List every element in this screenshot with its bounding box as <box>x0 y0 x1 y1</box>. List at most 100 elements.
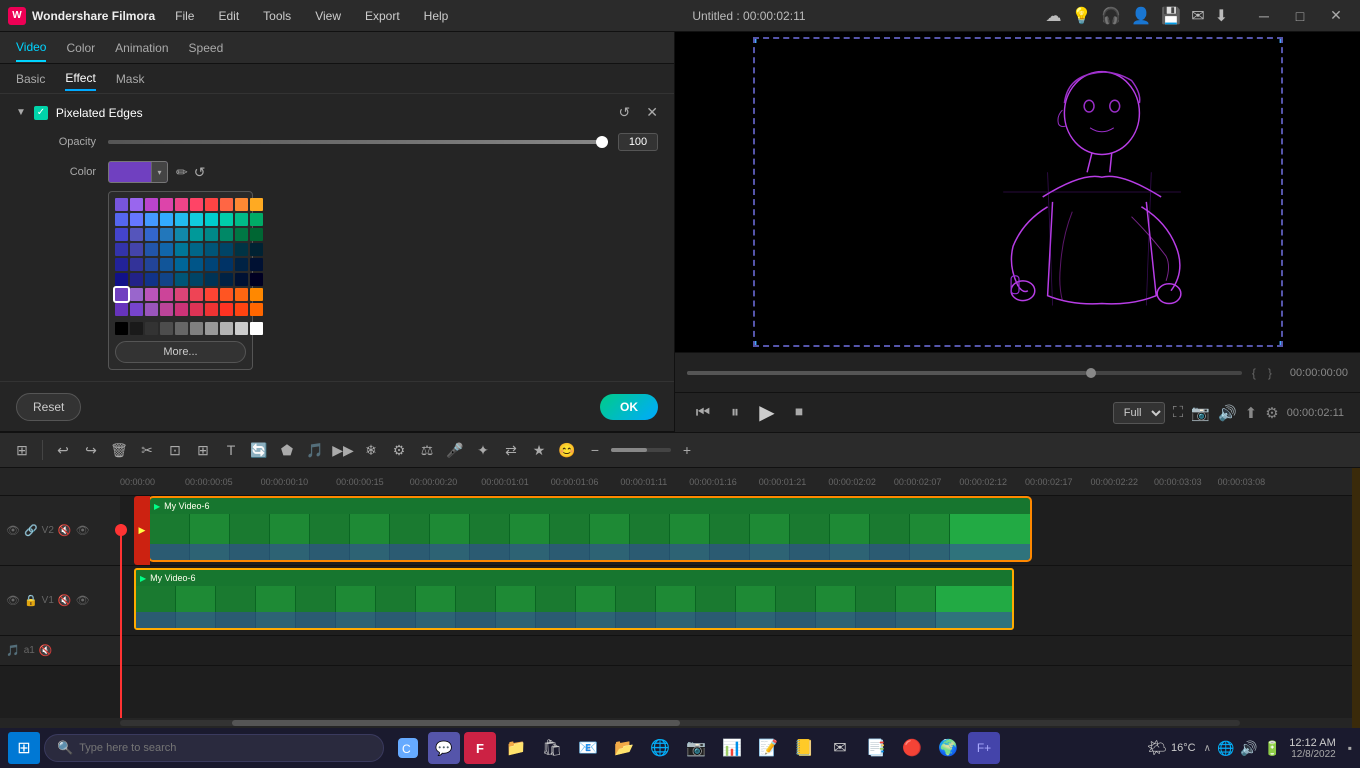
palette-cell-71[interactable] <box>130 303 143 316</box>
screenshot-icon[interactable]: 📷 <box>1191 404 1210 422</box>
palette-cell-27[interactable] <box>220 228 233 241</box>
taskbar-app-word[interactable]: 📝 <box>752 732 784 764</box>
track-v1-mute-icon[interactable]: 🔇 <box>58 594 72 607</box>
palette-cell-33[interactable] <box>160 243 173 256</box>
toolbar-effect-icon[interactable]: ★ <box>527 438 551 462</box>
audio-mute-icon[interactable]: 🔇 <box>39 644 53 657</box>
close-button[interactable]: ✕ <box>1320 6 1352 26</box>
palette-cell-37[interactable] <box>220 243 233 256</box>
palette-cell-64[interactable] <box>175 288 188 301</box>
palette-cell-55[interactable] <box>190 273 203 286</box>
palette-cell-56[interactable] <box>205 273 218 286</box>
bracket-left[interactable]: { <box>1252 366 1256 380</box>
track-v1-lock-icon[interactable]: 🔒 <box>24 594 38 607</box>
palette-cell-18[interactable] <box>235 213 248 226</box>
timeline-right-edge-handle[interactable] <box>1352 468 1360 728</box>
export-frame-icon[interactable]: ⬆ <box>1245 404 1258 422</box>
gray-cell-6[interactable] <box>205 322 218 335</box>
scroll-thumb[interactable] <box>232 720 680 726</box>
taskbar-app-chat[interactable]: 💬 <box>428 732 460 764</box>
audio-track-icon[interactable]: 🎵 <box>6 644 20 657</box>
palette-cell-0[interactable] <box>115 198 128 211</box>
color-swatch-button[interactable]: ▾ <box>108 161 168 183</box>
tray-network-icon[interactable]: 🌐 <box>1217 740 1234 757</box>
audio-content[interactable] <box>120 636 1360 665</box>
tab-speed[interactable]: Speed <box>189 35 224 61</box>
track-v1-content[interactable]: ▶ My Video-6 <box>120 566 1360 635</box>
palette-cell-76[interactable] <box>205 303 218 316</box>
palette-cell-52[interactable] <box>145 273 158 286</box>
taskbar-app-filmora[interactable]: F <box>464 732 496 764</box>
tray-chevron[interactable]: ∧ <box>1204 743 1211 754</box>
gray-cell-8[interactable] <box>235 322 248 335</box>
palette-cell-30[interactable] <box>115 243 128 256</box>
palette-cell-60[interactable] <box>115 288 128 301</box>
toolbar-color-icon[interactable]: ⬟ <box>275 438 299 462</box>
opacity-value[interactable]: 100 <box>618 133 658 151</box>
gray-cell-5[interactable] <box>190 322 203 335</box>
clip-v1[interactable]: ▶ My Video-6 <box>134 568 1014 630</box>
preview-progress[interactable] <box>687 371 1242 375</box>
palette-cell-11[interactable] <box>130 213 143 226</box>
track-v2-mute-icon[interactable]: 🔇 <box>58 524 72 537</box>
palette-cell-79[interactable] <box>250 303 263 316</box>
palette-cell-28[interactable] <box>235 228 248 241</box>
taskbar-app-store[interactable]: 🛍 <box>536 732 568 764</box>
palette-cell-17[interactable] <box>220 213 233 226</box>
palette-cell-51[interactable] <box>130 273 143 286</box>
taskbar-app-opera[interactable]: 🔴 <box>896 732 928 764</box>
toolbar-speed-icon[interactable]: ▶▶ <box>331 438 355 462</box>
toolbar-rotate-icon[interactable]: 🔄 <box>247 438 271 462</box>
palette-cell-61[interactable] <box>130 288 143 301</box>
palette-cell-16[interactable] <box>205 213 218 226</box>
palette-cell-12[interactable] <box>145 213 158 226</box>
taskbar-app-onenote[interactable]: 📒 <box>788 732 820 764</box>
gray-cell-0[interactable] <box>115 322 128 335</box>
palette-cell-44[interactable] <box>175 258 188 271</box>
palette-cell-67[interactable] <box>220 288 233 301</box>
palette-cell-3[interactable] <box>160 198 173 211</box>
palette-cell-34[interactable] <box>175 243 188 256</box>
collapse-arrow[interactable]: ▼ <box>16 107 26 118</box>
effect-reset-icon[interactable]: ↺ <box>619 104 631 121</box>
menu-edit[interactable]: Edit <box>214 5 243 27</box>
palette-cell-66[interactable] <box>205 288 218 301</box>
palette-cell-8[interactable] <box>235 198 248 211</box>
show-desktop-button[interactable]: ▪ <box>1348 741 1352 755</box>
fullscreen-icon[interactable]: ⛶ <box>1173 404 1184 421</box>
taskbar-app-extra[interactable]: F+ <box>968 732 1000 764</box>
step-back-button[interactable]: ⏮ <box>691 401 715 425</box>
toolbar-freeze-icon[interactable]: ❄ <box>359 438 383 462</box>
track-v2-lock-icon[interactable]: 🔗 <box>24 524 38 537</box>
taskbar-app-explorer[interactable]: 📂 <box>608 732 640 764</box>
tab-video[interactable]: Video <box>16 34 46 62</box>
volume-slider[interactable] <box>611 448 671 452</box>
minimize-button[interactable]: ─ <box>1248 6 1280 26</box>
palette-cell-19[interactable] <box>250 213 263 226</box>
palette-cell-14[interactable] <box>175 213 188 226</box>
subtab-mask[interactable]: Mask <box>116 68 145 90</box>
settings-icon[interactable]: ⚙ <box>1265 404 1278 422</box>
tab-animation[interactable]: Animation <box>115 35 168 61</box>
palette-cell-25[interactable] <box>190 228 203 241</box>
stop-button[interactable]: ⏹ <box>787 401 811 425</box>
menu-export[interactable]: Export <box>361 5 404 27</box>
palette-cell-13[interactable] <box>160 213 173 226</box>
palette-cell-42[interactable] <box>145 258 158 271</box>
palette-cell-54[interactable] <box>175 273 188 286</box>
taskbar-app-mail[interactable]: 📧 <box>572 732 604 764</box>
gray-cell-4[interactable] <box>175 322 188 335</box>
palette-cell-5[interactable] <box>190 198 203 211</box>
palette-cell-72[interactable] <box>145 303 158 316</box>
pause-button[interactable]: ⏸ <box>723 401 747 425</box>
track-v1-visibility-icon[interactable]: 👁 <box>76 594 90 607</box>
reset-color-button[interactable]: ↺ <box>194 164 206 181</box>
headphone-icon[interactable]: 🎧 <box>1101 6 1121 26</box>
menu-file[interactable]: File <box>171 5 198 27</box>
resolution-select[interactable]: Full1/21/4 <box>1113 402 1165 424</box>
palette-cell-40[interactable] <box>115 258 128 271</box>
toolbar-crop-icon[interactable]: ⊡ <box>163 438 187 462</box>
palette-cell-49[interactable] <box>250 258 263 271</box>
palette-cell-36[interactable] <box>205 243 218 256</box>
track-v2-content[interactable]: ▶ ▶ My Video-6 <box>120 496 1360 565</box>
